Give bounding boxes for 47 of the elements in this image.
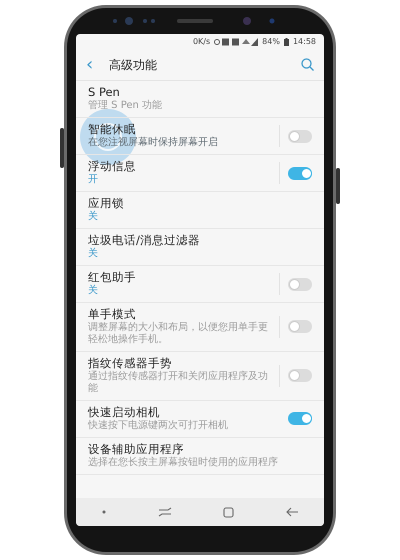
setting-title: 设备辅助应用程序: [88, 442, 185, 456]
setting-title: 单手模式: [88, 307, 137, 322]
toggle-switch[interactable]: [288, 166, 312, 180]
settings-row[interactable]: 智能休眠 在您注视屏幕时保持屏幕开启: [76, 118, 324, 155]
settings-row[interactable]: 单手模式 调整屏幕的大小和布局，以便您用单手更轻松地操作手机。: [76, 303, 324, 352]
settings-row[interactable]: 红包助手 关: [76, 266, 324, 303]
setting-description: 选择在您长按主屏幕按钮时使用的应用程序: [88, 457, 279, 470]
setting-status: 关: [88, 211, 99, 224]
setting-title: 智能休眠: [88, 122, 137, 136]
settings-row[interactable]: 快速启动相机 快速按下电源键两次可打开相机: [76, 400, 324, 438]
setting-description: 管理 S Pen 功能: [88, 100, 164, 113]
clock: 14:58: [292, 36, 316, 48]
setting-description: 快速按下电源键两次可打开相机: [88, 420, 229, 433]
toggle-switch[interactable]: [288, 278, 312, 290]
setting-status: 开: [88, 174, 99, 187]
status-icons: [214, 38, 258, 46]
setting-description: 调整屏幕的大小和布局，以便您用单手更轻松地操作手机。: [88, 322, 269, 347]
settings-row[interactable]: S Pen 管理 S Pen 功能: [76, 81, 324, 118]
battery-level: 84%: [262, 36, 280, 48]
setting-description: 在您注视屏幕时保持屏幕开启: [88, 137, 219, 150]
settings-row[interactable]: 指纹传感器手势 通过指纹传感器打开和关闭应用程序及功能: [76, 352, 324, 401]
setting-title: 浮动信息: [88, 159, 137, 174]
setting-title: 快速启动相机: [88, 405, 161, 420]
toggle-switch[interactable]: [288, 412, 312, 426]
dot-icon[interactable]: [102, 510, 106, 514]
setting-title: 红包助手: [88, 270, 137, 284]
setting-status: 关: [88, 248, 99, 261]
toggle-switch[interactable]: [288, 320, 312, 334]
settings-row[interactable]: 应用锁 关: [76, 192, 324, 229]
setting-status: 关: [88, 285, 99, 298]
battery-icon: [284, 38, 289, 46]
setting-title: 垃圾电话/消息过滤器: [88, 233, 201, 248]
setting-description: 通过指纹传感器打开和关闭应用程序及功能: [88, 370, 269, 396]
setting-title: 指纹传感器手势: [88, 356, 173, 370]
recents-icon[interactable]: [158, 507, 172, 517]
network-speed: 0K/s: [192, 36, 210, 48]
settings-row[interactable]: 垃圾电话/消息过滤器 关: [76, 229, 324, 266]
toggle-switch[interactable]: [288, 130, 312, 142]
settings-row[interactable]: 设备辅助应用程序 选择在您长按主屏幕按钮时使用的应用程序: [76, 438, 324, 475]
setting-title: S Pen: [88, 85, 121, 100]
setting-title: 应用锁: [88, 196, 125, 210]
search-icon[interactable]: [301, 58, 314, 71]
settings-row[interactable]: 浮动信息 开: [76, 155, 324, 192]
back-icon[interactable]: [286, 507, 298, 517]
home-icon[interactable]: [223, 506, 234, 518]
toggle-switch[interactable]: [288, 369, 312, 382]
page-title: 高级功能: [109, 56, 158, 74]
